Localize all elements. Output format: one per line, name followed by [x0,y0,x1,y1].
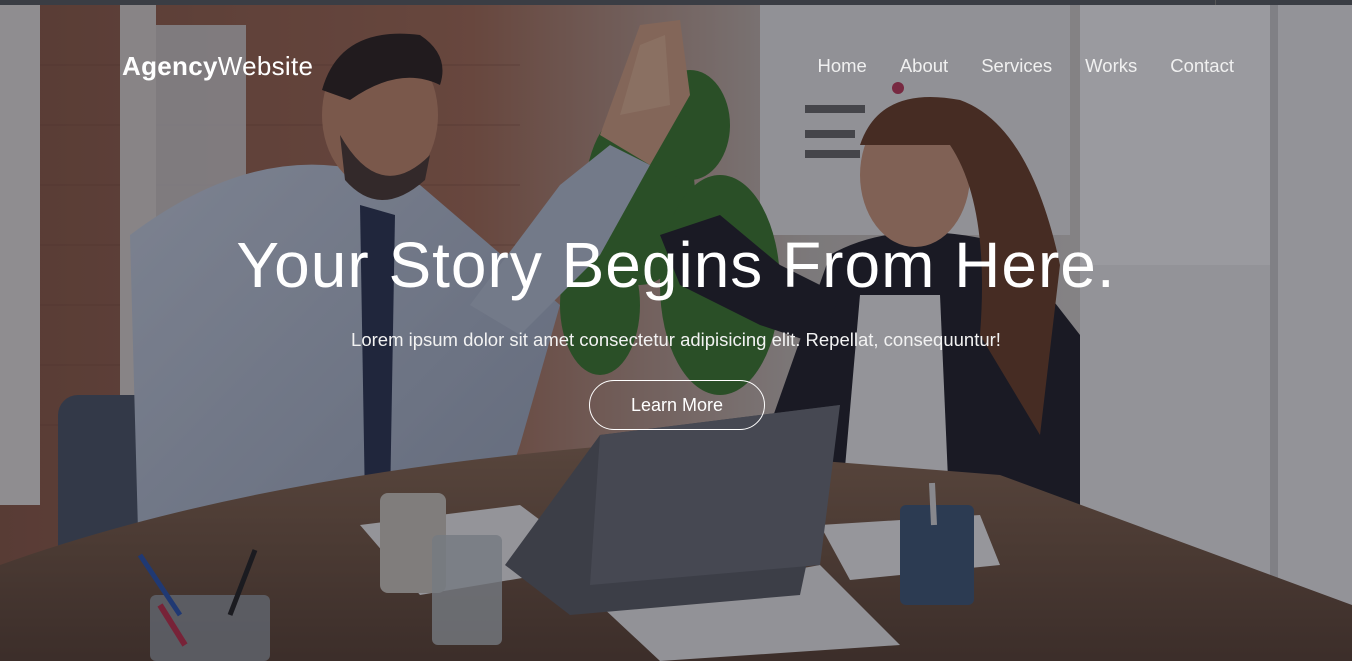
learn-more-button[interactable]: Learn More [589,380,765,430]
nav-link-contact[interactable]: Contact [1170,55,1234,77]
logo-light-text: Website [217,50,314,81]
nav-link-home[interactable]: Home [817,55,866,77]
nav-link-about[interactable]: About [900,55,948,77]
browser-scroll-bar [0,0,1352,5]
hero-title: Your Story Begins From Here. [236,229,1116,301]
logo-bold-text: Agency [122,50,218,81]
nav-links: Home About Services Works Contact [817,55,1234,77]
nav-link-services[interactable]: Services [981,55,1052,77]
site-logo[interactable]: AgencyWebsite [122,51,313,82]
nav-link-works[interactable]: Works [1085,55,1137,77]
scroll-indicator [1215,0,1216,5]
hero-subtitle: Lorem ipsum dolor sit amet consectetur a… [351,329,1001,350]
top-navbar: AgencyWebsite Home About Services Works … [122,50,1234,82]
